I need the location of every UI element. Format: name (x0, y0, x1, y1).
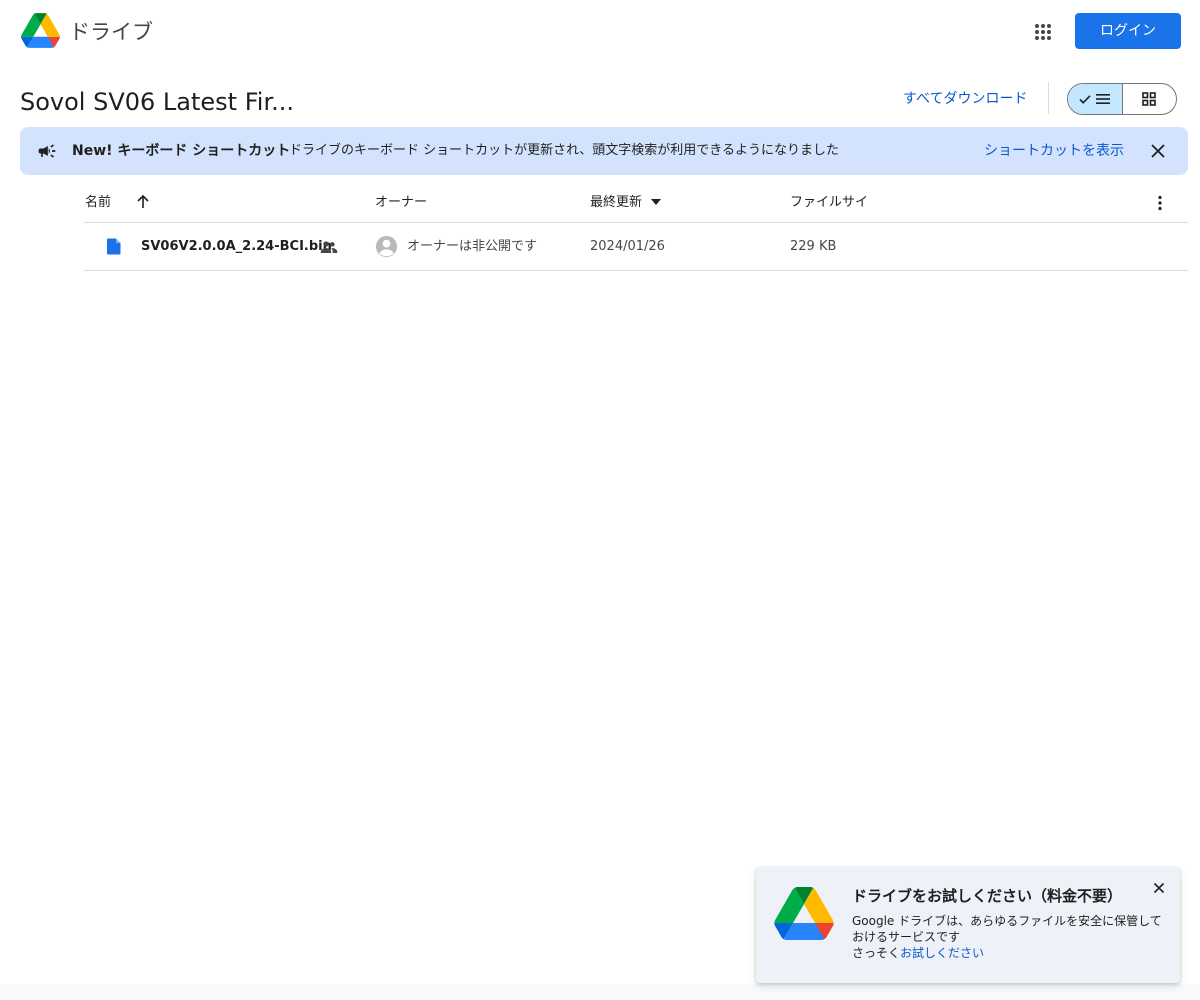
column-header-name[interactable]: 名前 (85, 193, 111, 213)
banner-title: New! キーボード ショートカット (72, 143, 291, 159)
google-drive-logo (774, 887, 834, 940)
modified-value: 2024/01/26 (590, 239, 665, 254)
banner-message: ドライブのキーボード ショートカットが更新され、頭文字検索が利用できるようになり… (289, 143, 840, 158)
promo-title: ドライブをお試しください（料金不要） (852, 887, 1123, 905)
show-shortcuts-link[interactable]: ショートカットを表示 (984, 141, 1124, 161)
column-header-modified[interactable]: 最終更新 (590, 193, 642, 213)
grid-view-button[interactable] (1123, 84, 1177, 114)
size-value: 229 KB (790, 239, 837, 254)
try-drive-link[interactable]: お試しください (900, 946, 984, 960)
list-view-icon (1096, 94, 1111, 104)
apps-button[interactable] (1027, 16, 1059, 48)
grid-view-icon (1142, 92, 1157, 106)
view-toggle (1067, 83, 1177, 115)
close-icon[interactable] (1152, 881, 1166, 895)
bottom-band (0, 984, 1200, 1000)
check-icon (1079, 95, 1091, 104)
people-icon (320, 241, 338, 253)
owner-value: オーナーは非公開です (407, 239, 538, 254)
promo-try-prefix: さっそく (852, 946, 901, 960)
folder-title: Sovol SV06 Latest Fir... (20, 88, 294, 116)
login-button[interactable]: ログイン (1075, 13, 1181, 49)
megaphone-icon (38, 144, 56, 158)
caret-down-icon[interactable] (651, 199, 661, 206)
divider (1048, 82, 1049, 114)
shortcut-banner: New! キーボード ショートカット ドライブのキーボード ショートカットが更新… (20, 127, 1188, 175)
column-header-owner[interactable]: オーナー (375, 193, 427, 213)
google-drive-logo[interactable] (21, 13, 60, 48)
list-view-button[interactable] (1068, 84, 1123, 114)
close-icon[interactable] (1148, 141, 1168, 161)
try-drive-card: ドライブをお試しください（料金不要） Google ドライブは、あらゆるファイル… (756, 867, 1180, 983)
file-icon (107, 238, 121, 255)
promo-try-line: さっそくお試しください (852, 945, 984, 961)
file-name[interactable]: SV06V2.0.0A_2.24-BCI.bin (141, 237, 332, 257)
column-header-size[interactable]: ファイルサイ (790, 193, 868, 213)
app-title: ドライブ (69, 20, 153, 44)
table-divider (84, 270, 1188, 271)
download-all-button[interactable]: すべてダウンロード (903, 89, 1027, 109)
apps-grid-icon (1035, 24, 1051, 40)
account-circle-icon (375, 235, 398, 258)
drive-page: ドライブ ログイン Sovol SV06 Latest Fir... すべてダウ… (0, 0, 1200, 1000)
table-row[interactable]: SV06V2.0.0A_2.24-BCI.bin オーナーは非公開です 2024… (84, 223, 1188, 270)
promo-description: Google ドライブは、あらゆるファイルを安全に保管しておけるサービスです (852, 914, 1162, 944)
arrow-up-icon[interactable] (134, 193, 152, 211)
top-bar: ドライブ ログイン (0, 0, 1200, 64)
more-vert-icon[interactable] (1150, 193, 1170, 213)
